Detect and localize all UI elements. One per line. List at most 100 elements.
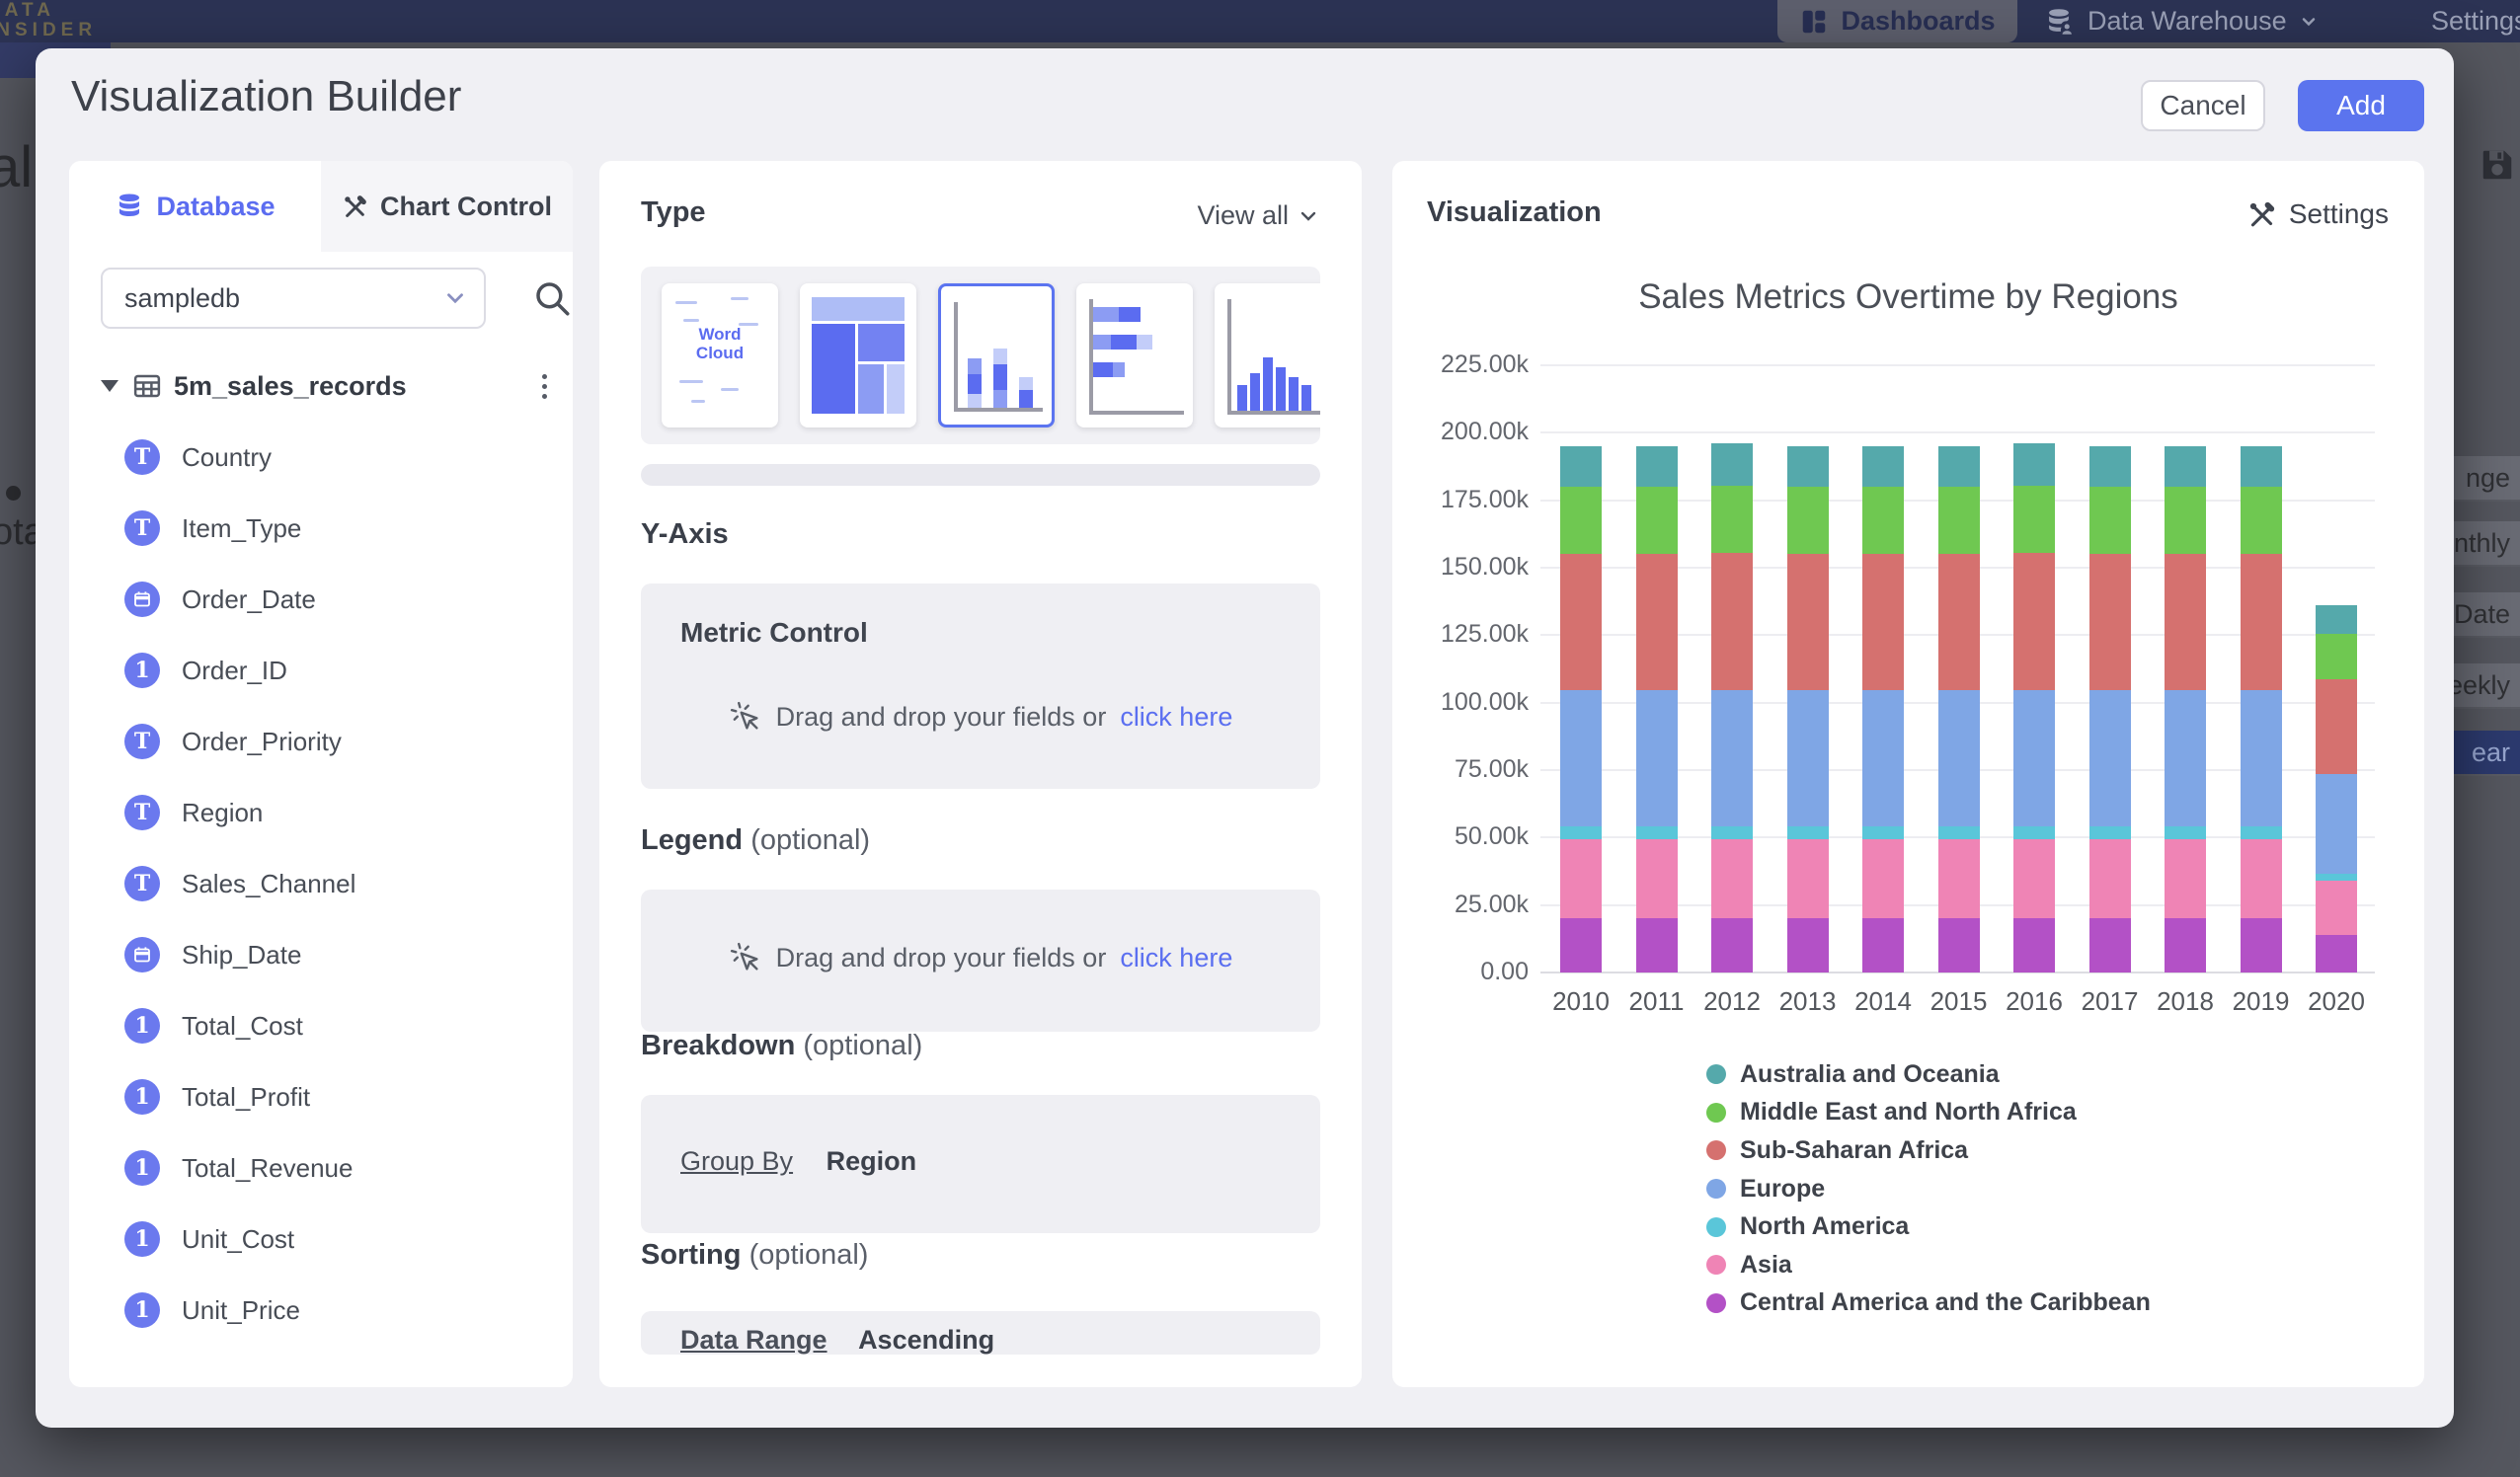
sorting-heading: Sorting (optional) xyxy=(641,1239,868,1272)
bar-segment xyxy=(1560,690,1602,826)
field-row-item_type[interactable]: TItem_Type xyxy=(69,495,573,562)
field-row-sales_channel[interactable]: T Sales_Channel xyxy=(69,850,573,917)
bar-segment xyxy=(2165,487,2206,554)
database-icon xyxy=(115,192,144,221)
stacked-bar-2017 xyxy=(2089,446,2131,972)
bar-segment xyxy=(2089,487,2131,554)
bar-segment xyxy=(2013,918,2055,972)
field-row-order_priority[interactable]: TOrder_Priority xyxy=(69,708,573,775)
legend-label: Middle East and North Africa xyxy=(1740,1098,2077,1127)
number-field-icon: 1 xyxy=(124,1292,160,1328)
carousel-scrollbar[interactable] xyxy=(641,464,1320,486)
visualization-panel: Visualization Settings Sales Metrics Ove… xyxy=(1392,161,2424,1387)
legend-item[interactable]: Middle East and North Africa xyxy=(1706,1094,2151,1132)
group-by-link[interactable]: Group By xyxy=(680,1146,793,1176)
chart-type-card-stacked-bar[interactable] xyxy=(1076,283,1193,428)
cancel-button[interactable]: Cancel xyxy=(2141,80,2265,131)
click-here-link[interactable]: click here xyxy=(1120,702,1232,733)
background-text-fragment: al xyxy=(0,134,33,200)
bar-segment xyxy=(1636,826,1678,838)
field-row-total_revenue[interactable]: 1Total_Revenue xyxy=(69,1134,573,1202)
date-field-icon xyxy=(124,582,160,617)
table-icon xyxy=(132,371,162,401)
field-label: Ship_Date xyxy=(182,940,301,971)
dashboards-icon xyxy=(1799,7,1829,37)
field-label: Sales_Channel xyxy=(182,869,355,899)
bar-segment xyxy=(2241,487,2282,554)
chart-title: Sales Metrics Overtime by Regions xyxy=(1392,277,2424,317)
legend-dropzone[interactable]: Drag and drop your fields or click here xyxy=(641,890,1320,1032)
legend-item[interactable]: Sub-Saharan Africa xyxy=(1706,1131,2151,1170)
field-row-unit_price[interactable]: 1Unit_Price xyxy=(69,1277,573,1344)
chart-type-card-word-cloud[interactable]: WordCloud xyxy=(662,283,778,428)
x-tick-label: 2018 xyxy=(2146,986,2225,1017)
chart-type-card-column[interactable] xyxy=(1215,283,1320,428)
field-row-total_profit[interactable]: 1Total_Profit xyxy=(69,1063,573,1130)
bar-segment xyxy=(1711,839,1753,919)
legend-label: Australia and Oceania xyxy=(1740,1060,2000,1089)
tab-chart-control[interactable]: Chart Control xyxy=(321,161,573,252)
text-field-icon: T xyxy=(124,866,160,901)
database-select[interactable]: sampledb xyxy=(101,268,486,329)
metric-control-dropzone[interactable]: Metric Control Drag and drop your fields… xyxy=(641,583,1320,789)
bar-segment xyxy=(2316,881,2357,935)
field-row-unit_cost[interactable]: 1Unit_Cost xyxy=(69,1205,573,1273)
chart-type-card-stacked-column[interactable] xyxy=(938,283,1055,428)
caret-down-icon[interactable] xyxy=(101,380,118,392)
legend-item[interactable]: Europe xyxy=(1706,1170,2151,1208)
nav-item-dashboards[interactable]: Dashboards xyxy=(1777,0,2017,42)
bar-segment xyxy=(2165,826,2206,838)
add-button[interactable]: Add xyxy=(2298,80,2424,131)
field-label: Region xyxy=(182,798,263,828)
bar-segment xyxy=(1862,690,1904,826)
settings-button[interactable]: Settings xyxy=(2246,198,2389,230)
legend-item[interactable]: Central America and the Caribbean xyxy=(1706,1284,2151,1323)
x-tick-label: 2020 xyxy=(2297,986,2376,1017)
field-label: Item_Type xyxy=(182,513,301,544)
search-button[interactable] xyxy=(531,277,573,319)
legend-item[interactable]: North America xyxy=(1706,1207,2151,1246)
sorting-order-value[interactable]: Ascending xyxy=(858,1325,994,1355)
chart-legend: Australia and Oceania Middle East and Nor… xyxy=(1706,1055,2151,1322)
table-tree-item[interactable]: 5m_sales_records xyxy=(93,364,557,408)
bar-segment xyxy=(1636,839,1678,919)
bar-segment xyxy=(2165,918,2206,972)
group-by-value[interactable]: Region xyxy=(827,1146,917,1176)
field-row-order_id[interactable]: 1Order_ID xyxy=(69,637,573,704)
y-tick-label: 25.00k xyxy=(1455,891,1529,919)
nav-item-settings[interactable]: Settings xyxy=(2421,0,2520,42)
x-tick-label: 2019 xyxy=(2222,986,2301,1017)
field-row-country[interactable]: TCountry xyxy=(69,424,573,491)
legend-item[interactable]: Australia and Oceania xyxy=(1706,1055,2151,1094)
y-tick-label: 50.00k xyxy=(1455,822,1529,851)
search-icon xyxy=(531,277,573,319)
chart-type-card-treemap[interactable] xyxy=(800,283,916,428)
bar-segment xyxy=(1787,839,1829,919)
field-row-total_cost[interactable]: 1Total_Cost xyxy=(69,992,573,1059)
field-row-ship_date[interactable]: Ship_Date xyxy=(69,921,573,988)
stacked-bar-2010 xyxy=(1560,446,1602,972)
sorting-field-link[interactable]: Data Range xyxy=(680,1325,827,1355)
bar-segment xyxy=(1862,918,1904,972)
x-tick-label: 2010 xyxy=(1541,986,1620,1017)
nav-item-data-warehouse[interactable]: Data Warehouse xyxy=(2042,0,2319,42)
x-tick-label: 2015 xyxy=(1920,986,1999,1017)
bar-segment xyxy=(1560,918,1602,972)
y-tick-label: 225.00k xyxy=(1441,350,1529,379)
bar-segment xyxy=(2013,486,2055,553)
legend-item[interactable]: Asia xyxy=(1706,1246,2151,1284)
click-here-link[interactable]: click here xyxy=(1120,943,1232,973)
field-label: Order_ID xyxy=(182,656,287,686)
bar-segment xyxy=(1787,918,1829,972)
tab-database[interactable]: Database xyxy=(69,161,321,252)
view-all-button[interactable]: View all xyxy=(1197,200,1320,231)
bar-segment xyxy=(1560,554,1602,690)
stacked-bar-2012 xyxy=(1711,443,1753,972)
legend-dot xyxy=(1706,1140,1726,1160)
field-row-region[interactable]: TRegion xyxy=(69,779,573,846)
visualization-builder-modal: Visualization Builder Cancel Add Databas… xyxy=(36,48,2454,1428)
bar-segment xyxy=(1938,554,1980,690)
kebab-menu-icon[interactable] xyxy=(532,370,557,403)
click-hand-icon xyxy=(729,941,762,974)
field-row-order_date[interactable]: Order_Date xyxy=(69,566,573,633)
